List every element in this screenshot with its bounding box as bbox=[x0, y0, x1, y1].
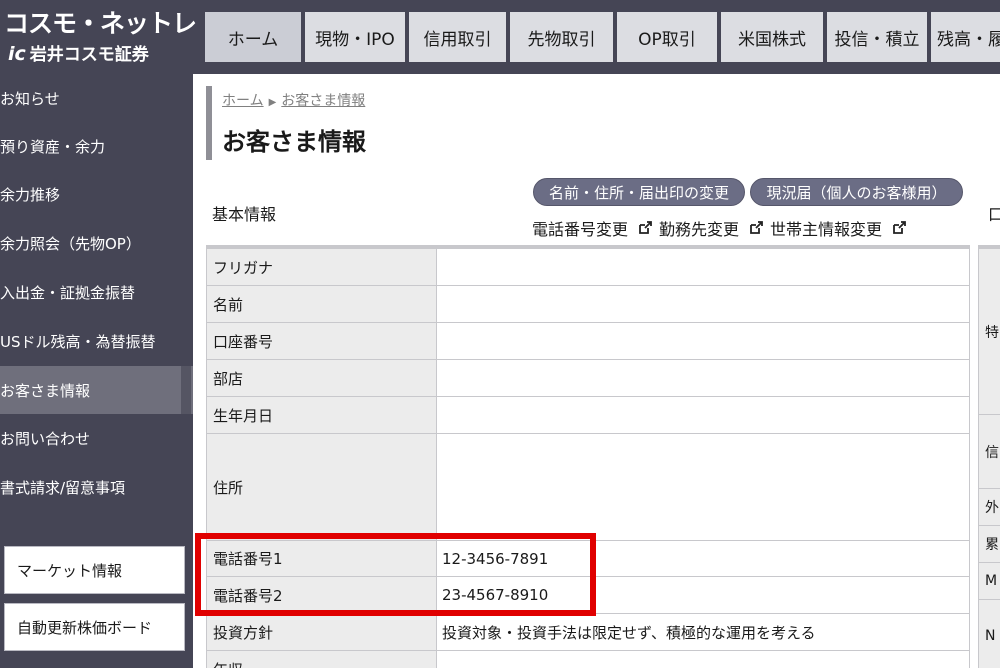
work-change-label: 勤務先変更 bbox=[659, 220, 740, 239]
table-row: 住所 bbox=[206, 434, 970, 541]
tab-us-stocks[interactable]: 米国株式 bbox=[721, 12, 823, 62]
app-header: コスモ・ネットレ ic 岩井コスモ証券 ホーム 現物・IPO 信用取引 先物取引 … bbox=[0, 0, 1000, 74]
title-accent-bar bbox=[206, 86, 212, 160]
row-value bbox=[438, 323, 970, 359]
tab-futures[interactable]: 先物取引 bbox=[510, 12, 613, 62]
right-section-label: 口 bbox=[988, 205, 1000, 224]
right-cell: N bbox=[979, 600, 1000, 668]
main-nav: ホーム 現物・IPO 信用取引 先物取引 OP取引 米国株式 投信・積立 残高・… bbox=[205, 12, 1000, 62]
right-cell: 信 bbox=[979, 415, 1000, 489]
row-label: フリガナ bbox=[206, 249, 437, 285]
table-row: フリガナ bbox=[206, 249, 970, 286]
row-value bbox=[438, 249, 970, 285]
sidebar-item-deposit-withdraw[interactable]: 入出金・証拠金振替 bbox=[0, 268, 193, 316]
external-link-icon bbox=[892, 221, 906, 235]
row-label: 住所 bbox=[206, 434, 437, 540]
sidebar-item-assets[interactable]: 預り資産・余力 bbox=[0, 122, 193, 170]
right-cell: 外 bbox=[979, 489, 1000, 526]
phone-change-label: 電話番号変更 bbox=[532, 220, 629, 239]
row-label: 年収 bbox=[206, 651, 437, 668]
right-cell: 特 bbox=[979, 249, 1000, 415]
tab-margin[interactable]: 信用取引 bbox=[409, 12, 506, 62]
work-change-link[interactable]: 勤務先変更 bbox=[659, 216, 739, 240]
tab-balance[interactable]: 残高・履 bbox=[931, 12, 1000, 62]
sidebar: お知らせ 預り資産・余力 余力推移 余力照会（先物OP） 入出金・証拠金振替 U… bbox=[0, 74, 193, 668]
table-row: 投資方針 投資対象・投資手法は限定せず、積極的な運用を考える bbox=[206, 614, 970, 651]
tab-funds[interactable]: 投信・積立 bbox=[827, 12, 927, 62]
external-link-icon bbox=[638, 221, 652, 235]
sidebar-item-contact[interactable]: お問い合わせ bbox=[0, 414, 193, 462]
market-info-button[interactable]: マーケット情報 bbox=[4, 546, 185, 594]
row-value: 投資対象・投資手法は限定せず、積極的な運用を考える bbox=[438, 614, 970, 650]
sidebar-item-usd-balance[interactable]: USドル残高・為替振替 bbox=[0, 317, 193, 365]
sidebar-scrollbar[interactable] bbox=[181, 366, 191, 414]
row-value bbox=[438, 434, 970, 540]
householder-change-link[interactable]: 世帯主情報変更 bbox=[770, 216, 882, 240]
table-row: 部店 bbox=[206, 360, 970, 397]
status-report-button[interactable]: 現況届（個人のお客様用） bbox=[750, 178, 963, 206]
sidebar-item-margin-futures[interactable]: 余力照会（先物OP） bbox=[0, 219, 193, 267]
phone-change-link[interactable]: 電話番号変更 bbox=[532, 216, 628, 240]
change-links: 電話番号変更 勤務先変更 世帯主情報変更 bbox=[532, 216, 913, 240]
stock-board-button[interactable]: 自動更新株価ボード bbox=[4, 603, 185, 651]
row-label: 生年月日 bbox=[206, 397, 437, 433]
section-label-basic-info: 基本情報 bbox=[212, 205, 277, 224]
brand-logo[interactable]: コスモ・ネットレ ic 岩井コスモ証券 bbox=[0, 0, 197, 74]
right-cell: 累 bbox=[979, 526, 1000, 563]
householder-change-label: 世帯主情報変更 bbox=[770, 220, 883, 239]
tab-options[interactable]: OP取引 bbox=[617, 12, 717, 62]
row-value bbox=[438, 360, 970, 396]
row-value bbox=[438, 397, 970, 433]
right-info-table: 特 信 外 累 M N bbox=[978, 245, 1000, 668]
logo-company: ic 岩井コスモ証券 bbox=[8, 40, 149, 65]
table-row: 口座番号 bbox=[206, 323, 970, 360]
sidebar-item-forms[interactable]: 書式請求/留意事項 bbox=[0, 463, 193, 511]
logo-name: コスモ・ネットレ bbox=[4, 9, 197, 38]
tab-home[interactable]: ホーム bbox=[205, 12, 301, 62]
table-row: 年収 bbox=[206, 651, 970, 668]
sidebar-item-customer-info[interactable]: お客さま情報 bbox=[0, 366, 193, 414]
table-row: 名前 bbox=[206, 286, 970, 323]
sidebar-item-margin-history[interactable]: 余力推移 bbox=[0, 170, 193, 218]
right-cell: M bbox=[979, 563, 1000, 600]
company-mark-icon: ic bbox=[8, 43, 26, 65]
breadcrumb-current-link[interactable]: お客さま情報 bbox=[281, 93, 365, 109]
row-value bbox=[438, 651, 970, 668]
sidebar-item-notices[interactable]: お知らせ bbox=[0, 74, 193, 122]
breadcrumb-home-link[interactable]: ホーム bbox=[222, 93, 264, 109]
row-label: 部店 bbox=[206, 360, 437, 396]
tab-spot-ipo[interactable]: 現物・IPO bbox=[305, 12, 405, 62]
phone-highlight-box bbox=[195, 533, 596, 616]
change-name-address-button[interactable]: 名前・住所・届出印の変更 bbox=[533, 178, 745, 206]
logo-company-name: 岩井コスモ証券 bbox=[29, 45, 149, 65]
row-label: 投資方針 bbox=[206, 614, 437, 650]
row-value bbox=[438, 286, 970, 322]
row-label: 名前 bbox=[206, 286, 437, 322]
page-title: お客さま情報 bbox=[222, 128, 366, 156]
table-row: 生年月日 bbox=[206, 397, 970, 434]
external-link-icon bbox=[749, 221, 763, 235]
breadcrumb: ホーム ▶ お客さま情報 bbox=[222, 90, 365, 110]
breadcrumb-separator-icon: ▶ bbox=[268, 97, 277, 108]
row-label: 口座番号 bbox=[206, 323, 437, 359]
